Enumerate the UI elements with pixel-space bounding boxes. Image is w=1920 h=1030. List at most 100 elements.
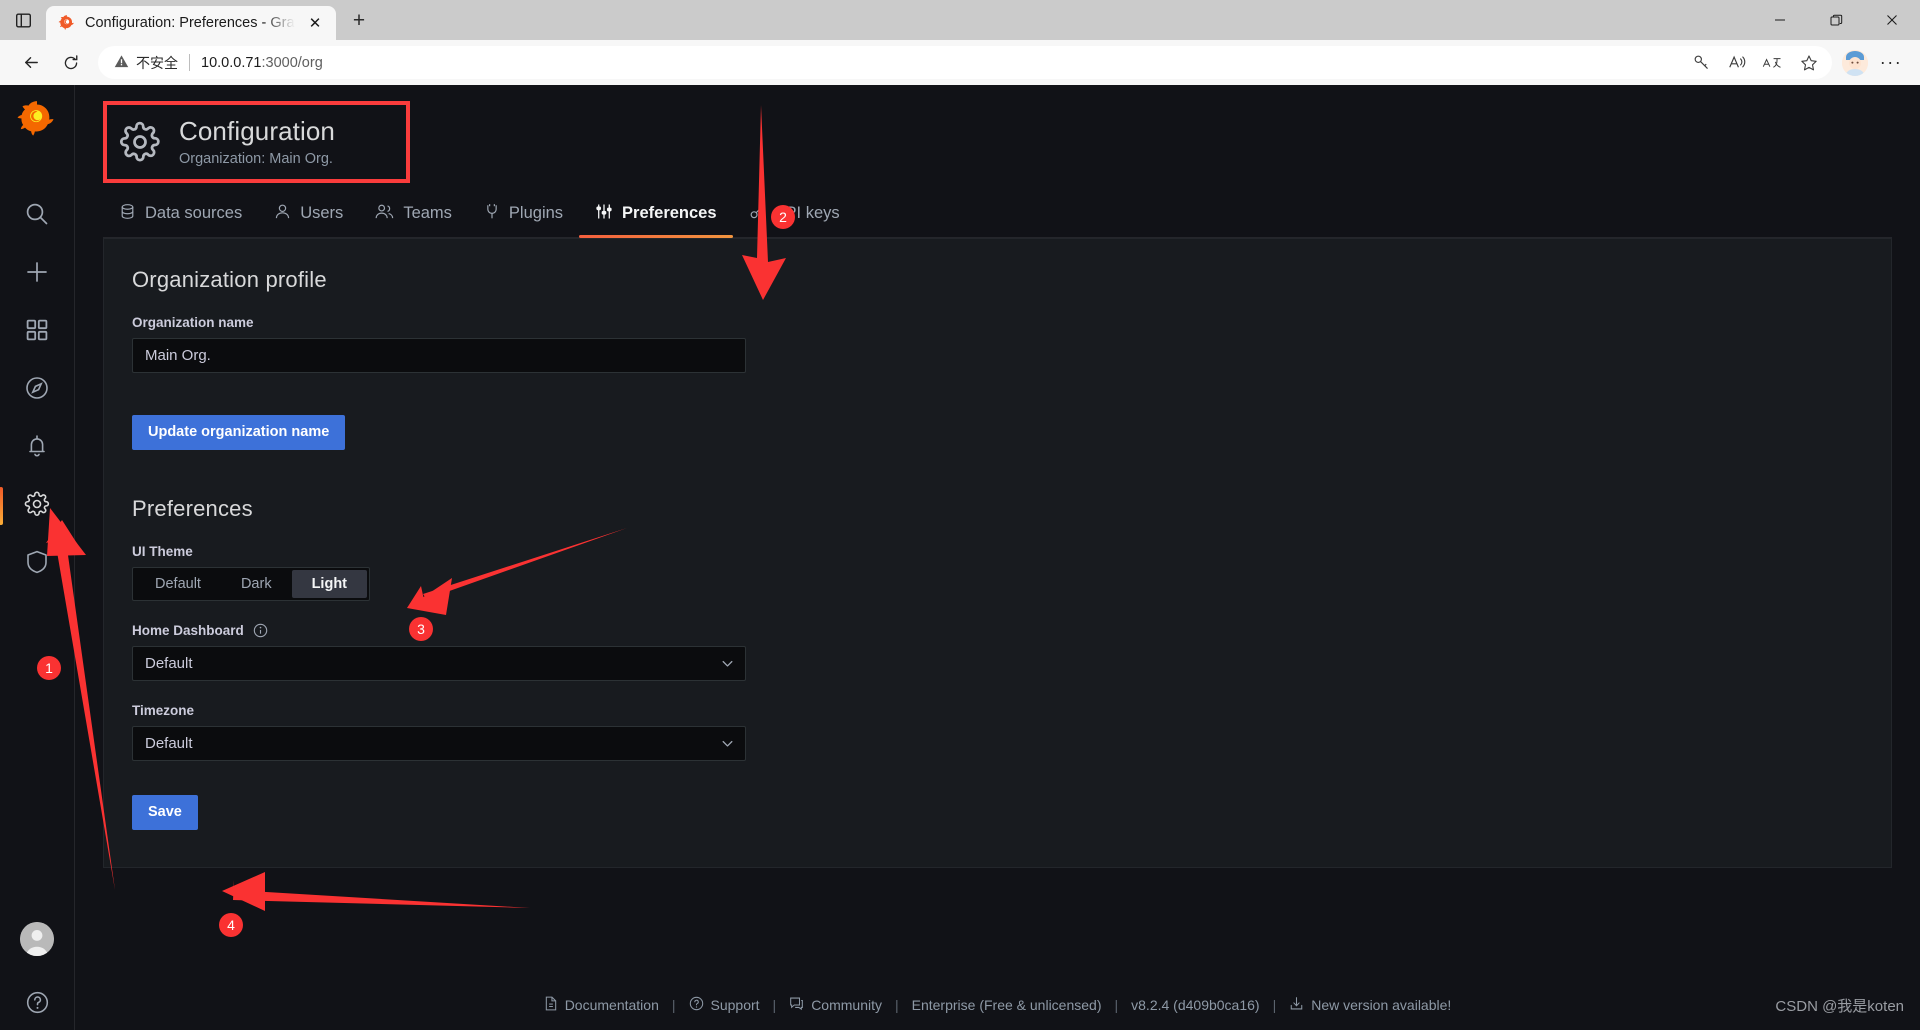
- back-arrow-icon[interactable]: [12, 46, 50, 80]
- gear-icon: [119, 121, 161, 163]
- config-tabs: Data sources Users Teams Plugins Prefere…: [103, 193, 1892, 238]
- help-circle-icon[interactable]: [0, 974, 75, 1030]
- footer-link-support[interactable]: Support: [676, 996, 773, 1014]
- tab-users[interactable]: Users: [258, 193, 359, 237]
- new-tab-button[interactable]: +: [342, 4, 376, 38]
- ui-theme-radio-group[interactable]: Default Dark Light: [132, 566, 371, 601]
- sidebar-item-create[interactable]: [0, 245, 75, 303]
- page-inner: Configuration Organization: Main Org. Da…: [75, 85, 1920, 868]
- doc-icon: [544, 996, 558, 1014]
- ui-theme-option-dark[interactable]: Dark: [221, 570, 292, 598]
- minimize-button[interactable]: [1752, 0, 1808, 40]
- plus-icon: [24, 259, 50, 290]
- org-profile-heading: Organization profile: [132, 266, 327, 292]
- footer-label: Enterprise (Free & unlicensed): [911, 997, 1102, 1013]
- footer-version[interactable]: v8.2.4 (d409b0ca16): [1118, 997, 1272, 1013]
- security-indicator[interactable]: 不安全: [114, 53, 178, 73]
- home-dashboard-select[interactable]: Default: [132, 645, 746, 681]
- org-name-field-block: Organization name Main Org.: [132, 315, 756, 373]
- url-path: :3000/org: [261, 54, 323, 71]
- footer-label: New version available!: [1311, 997, 1452, 1013]
- org-name-label: Organization name: [132, 314, 254, 330]
- user-avatar[interactable]: [20, 922, 54, 956]
- url-host: 10.0.0.71: [201, 54, 262, 71]
- key-icon[interactable]: [1684, 48, 1718, 78]
- org-profile-section: Organization profile Organization name M…: [104, 267, 784, 761]
- chevron-down-icon: [720, 656, 735, 671]
- tab-data-sources[interactable]: Data sources: [103, 193, 258, 237]
- home-dashboard-label: Home Dashboard: [132, 623, 756, 638]
- profile-avatar-icon[interactable]: [1842, 49, 1868, 76]
- warning-triangle-icon: [114, 54, 129, 72]
- annotation-badge-2: 2: [771, 205, 795, 229]
- user-icon: [274, 203, 291, 225]
- maximize-button[interactable]: [1808, 0, 1864, 40]
- page-subtitle: Organization: Main Org.: [179, 150, 333, 167]
- database-icon: [119, 203, 136, 225]
- footer-label: Community: [811, 997, 882, 1013]
- window-close-button[interactable]: [1864, 0, 1920, 40]
- omnibox-actions: [1684, 48, 1826, 78]
- csdn-watermark: CSDN @我是koten: [1775, 998, 1904, 1015]
- tab-label: Plugins: [508, 204, 564, 223]
- sidebar-item-dashboards[interactable]: [0, 303, 75, 361]
- update-org-name-button[interactable]: Update organization name: [132, 414, 346, 450]
- timezone-field-block: Timezone Default: [132, 703, 756, 761]
- sidebar-item-alerting[interactable]: [0, 419, 75, 477]
- grafana-logo[interactable]: [17, 99, 57, 139]
- info-circle-icon[interactable]: [253, 623, 268, 638]
- footer-label: Support: [710, 997, 760, 1013]
- ui-theme-field-block: UI Theme Default Dark Light: [132, 544, 756, 601]
- timezone-select[interactable]: Default: [132, 725, 746, 761]
- browser-navbar: 不安全 10.0.0.71:3000/org ···: [0, 40, 1920, 85]
- chevron-down-icon: [720, 736, 735, 751]
- compass-icon: [24, 375, 50, 406]
- security-label: 不安全: [136, 54, 178, 71]
- browser-tab[interactable]: Configuration: Preferences - Graf ✕: [46, 6, 336, 40]
- ui-theme-option-light[interactable]: Light: [291, 569, 368, 598]
- close-icon[interactable]: ✕: [304, 12, 326, 34]
- star-icon[interactable]: [1792, 48, 1826, 78]
- browser-more-button[interactable]: ···: [1874, 48, 1908, 78]
- tab-switcher-icon[interactable]: [0, 0, 46, 40]
- reload-icon[interactable]: [52, 46, 90, 80]
- grafana-content: Configuration Organization: Main Org. Da…: [75, 85, 1920, 1030]
- users-icon: [375, 203, 394, 225]
- tab-label: Preferences: [622, 204, 717, 223]
- home-dashboard-value: Default: [145, 654, 193, 672]
- sliders-icon: [595, 203, 613, 225]
- apps-grid-icon: [25, 318, 49, 347]
- address-bar[interactable]: 不安全 10.0.0.71:3000/org: [98, 46, 1832, 79]
- page-title: Configuration Organization: Main Org.: [103, 101, 410, 183]
- gear-icon: [24, 491, 50, 522]
- annotation-badge-3: 3: [409, 617, 433, 641]
- org-name-input[interactable]: Main Org.: [132, 337, 746, 373]
- grafana-favicon: [58, 14, 76, 32]
- tab-teams[interactable]: Teams: [359, 193, 468, 237]
- footer-link-community[interactable]: Community: [776, 996, 895, 1014]
- home-dashboard-label-text: Home Dashboard: [132, 622, 244, 638]
- sidebar-item-configuration[interactable]: [0, 477, 75, 535]
- bell-icon: [25, 433, 49, 463]
- tab-label: Data sources: [145, 204, 243, 223]
- timezone-value: Default: [145, 734, 193, 752]
- url-text: 10.0.0.71:3000/org: [201, 55, 323, 71]
- preferences-heading: Preferences: [132, 495, 253, 521]
- footer-link-documentation[interactable]: Documentation: [531, 996, 672, 1014]
- preferences-panel: Organization profile Organization name M…: [103, 237, 1892, 868]
- sidebar-item-server-admin[interactable]: [0, 535, 75, 593]
- page-title-heading: Configuration: [179, 116, 335, 146]
- comment-icon: [789, 996, 804, 1014]
- save-row: Save: [104, 794, 1891, 830]
- save-button[interactable]: Save: [132, 794, 198, 830]
- read-aloud-icon[interactable]: [1720, 48, 1754, 78]
- translate-icon[interactable]: [1756, 48, 1790, 78]
- tab-plugins[interactable]: Plugins: [468, 193, 579, 237]
- footer-edition[interactable]: Enterprise (Free & unlicensed): [899, 997, 1115, 1013]
- browser-window: Configuration: Preferences - Graf ✕ + 不安…: [0, 0, 1920, 1030]
- ui-theme-option-default[interactable]: Default: [135, 570, 221, 598]
- sidebar-item-explore[interactable]: [0, 361, 75, 419]
- footer-link-new-version[interactable]: New version available!: [1276, 996, 1464, 1014]
- sidebar-item-search[interactable]: [0, 187, 75, 245]
- tab-preferences[interactable]: Preferences: [579, 193, 734, 238]
